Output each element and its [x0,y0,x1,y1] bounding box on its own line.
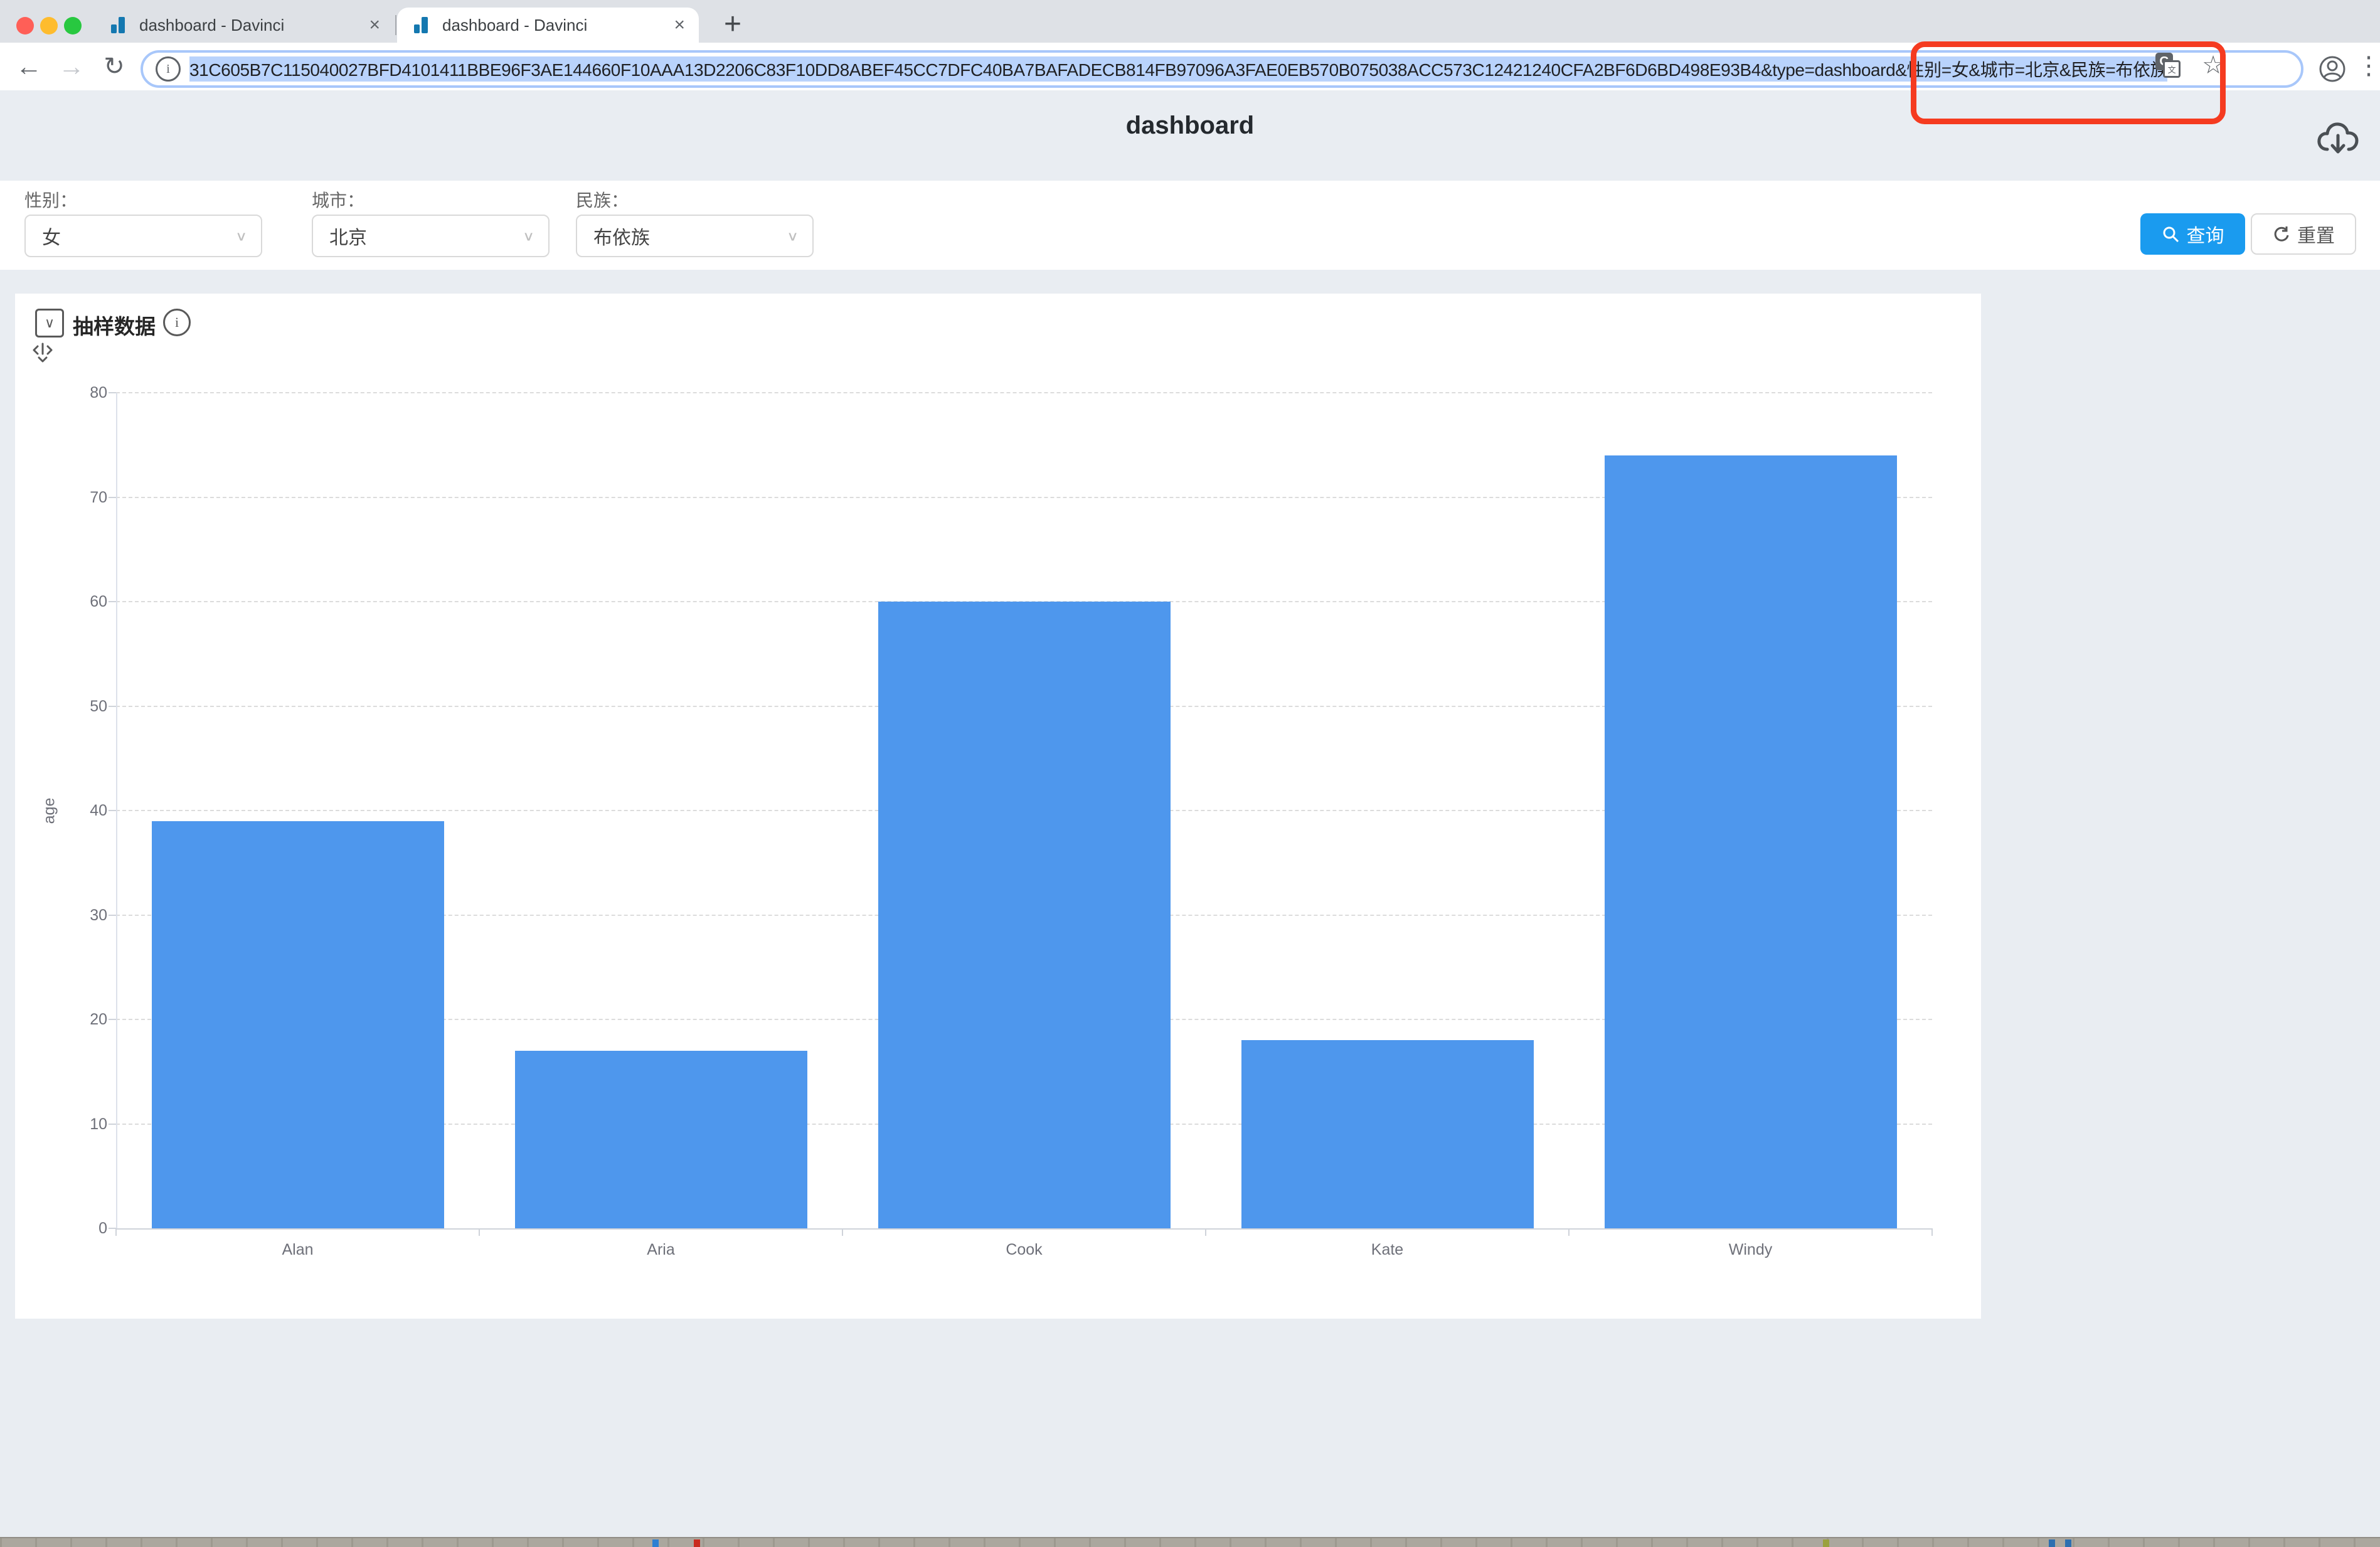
x-category-label: Alan [204,1241,392,1259]
x-tick-mark [842,1228,843,1236]
reset-button[interactable]: 重置 [2251,213,2356,255]
browser-tab-strip: dashboard - Davinci × dashboard - Davinc… [0,0,2380,43]
page-info-icon[interactable]: i [156,56,181,82]
chevron-down-icon: ∨ [235,228,247,244]
x-tick-mark [479,1228,480,1236]
x-category-label: Aria [567,1241,755,1259]
new-tab-button[interactable]: + [714,5,752,43]
dock-speck [2049,1539,2055,1547]
chevron-down-icon: ∨ [523,228,534,244]
reload-icon[interactable]: ↻ [94,43,134,90]
y-tick-mark [109,601,116,602]
bar-windy[interactable] [1605,455,1897,1228]
traffic-light-zoom-button[interactable] [64,17,82,35]
info-icon[interactable]: i [163,309,191,336]
dock-speck [2065,1539,2071,1547]
y-tick-label: 60 [51,593,107,611]
refresh-icon [2272,225,2290,243]
browser-tab-active[interactable]: dashboard - Davinci × [397,8,699,43]
chevron-down-icon: ∨ [787,228,799,244]
x-tick-mark [1931,1228,1933,1236]
y-tick-label: 20 [51,1011,107,1029]
tab-close-icon[interactable]: × [369,14,380,36]
traffic-light-close-button[interactable] [16,17,34,35]
x-tick-mark [1568,1228,1570,1236]
url-hash-and-type: 31C605B7C115040027BFD4101411BBE96F3AE144… [189,60,1895,80]
ethnicity-select[interactable]: 布依族 ∨ [576,215,814,257]
gridline [116,392,1932,393]
y-tick-mark [109,810,116,811]
search-icon [2162,225,2179,243]
y-axis-line [116,393,117,1228]
x-axis-line [116,1228,1932,1230]
widget-title: 抽样数据 [73,310,156,340]
filter-label-ethnicity: 民族： [576,187,629,212]
y-tick-label: 80 [51,384,107,402]
y-tick-label: 40 [51,802,107,820]
back-icon[interactable]: ← [9,43,49,90]
forward-icon: → [51,43,92,90]
browser-menu-icon[interactable]: ⋮ [2356,51,2380,80]
y-tick-label: 50 [51,698,107,716]
city-select[interactable]: 北京 ∨ [312,215,550,257]
x-tick-mark [115,1228,117,1236]
dock-sliver [0,1537,2380,1547]
widget-select-icon[interactable]: ∨ [35,309,64,338]
annotation-highlight-box [1911,41,2226,124]
y-tick-mark [109,392,116,393]
bar-aria[interactable] [515,1051,807,1228]
tab-divider [395,15,396,35]
y-axis-name: age [40,798,58,824]
tab-close-icon[interactable]: × [674,14,685,36]
davinci-favicon-icon [412,16,431,35]
x-category-label: Kate [1294,1241,1482,1259]
y-tick-label: 10 [51,1115,107,1134]
x-tick-mark [1205,1228,1206,1236]
widget-card: ∨ 抽样数据 i 0 10 20 30 40 50 60 70 80 Alan Aria Cook Ka… [15,294,1981,1319]
query-button[interactable]: 查询 [2140,213,2245,255]
x-category-label: Windy [1657,1241,1845,1259]
traffic-light-minimize-button[interactable] [40,17,58,35]
drag-handle-icon[interactable] [31,341,54,367]
profile-avatar-icon[interactable] [2319,55,2346,83]
bar-cook[interactable] [878,602,1171,1228]
dock-speck [1823,1539,1829,1547]
dock-speck [694,1539,700,1547]
y-tick-mark [109,1124,116,1125]
y-tick-mark [109,915,116,916]
bar-alan[interactable] [152,821,444,1228]
filter-label-gender: 性别： [24,187,77,212]
tab-title: dashboard - Davinci [442,16,674,35]
filter-bar: 性别： 城市： 民族： 女 ∨ 北京 ∨ 布依族 ∨ 查询 重置 [0,181,2380,270]
y-tick-label: 0 [51,1220,107,1238]
davinci-favicon-icon [109,16,128,35]
y-tick-mark [109,706,116,707]
x-category-label: Cook [930,1241,1118,1259]
y-tick-mark [109,1019,116,1020]
gender-select[interactable]: 女 ∨ [24,215,262,257]
filter-label-city: 城市： [312,187,364,212]
y-tick-label: 30 [51,906,107,925]
dock-speck [652,1539,659,1547]
bar-kate[interactable] [1241,1040,1534,1228]
browser-tab-inactive[interactable]: dashboard - Davinci × [94,8,394,43]
tab-title: dashboard - Davinci [139,16,369,35]
cloud-download-icon[interactable] [2316,119,2360,161]
y-tick-label: 70 [51,489,107,507]
y-tick-mark [109,497,116,498]
